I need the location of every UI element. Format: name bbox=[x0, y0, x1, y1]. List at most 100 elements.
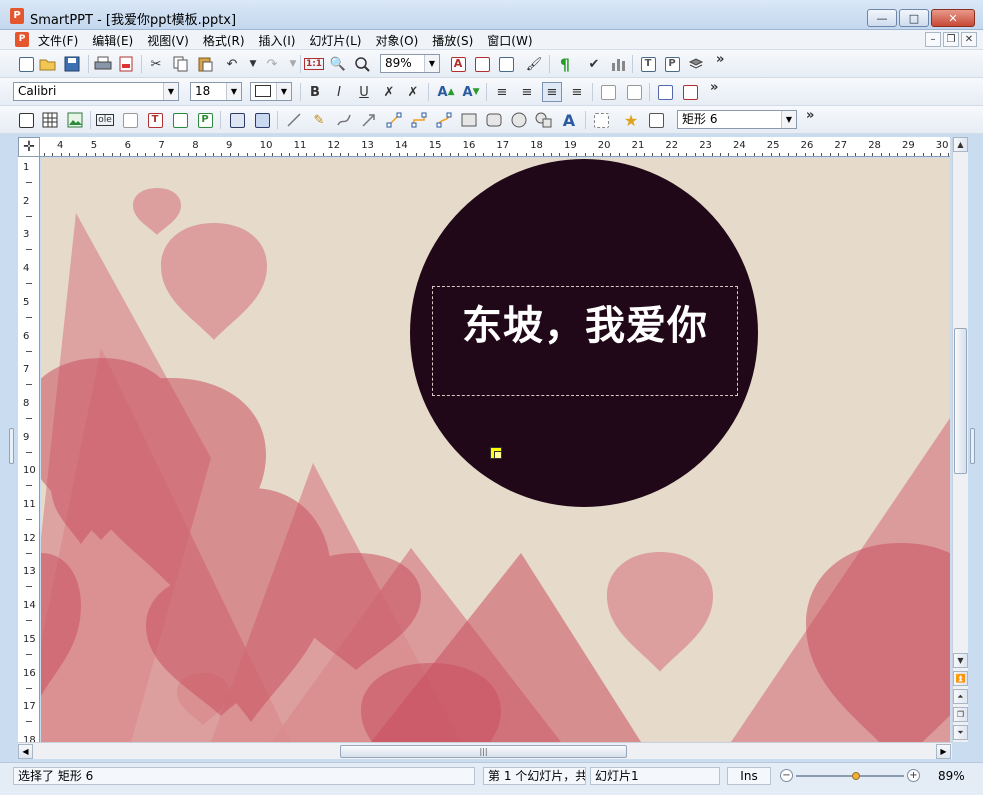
left-panel-grip[interactable] bbox=[9, 428, 14, 464]
insert-film-icon[interactable] bbox=[227, 110, 247, 130]
arrow-tool-icon[interactable] bbox=[359, 110, 379, 130]
font-color-icon[interactable]: A bbox=[448, 54, 468, 74]
chevron-down-icon[interactable]: ▼ bbox=[781, 111, 796, 128]
vertical-scrollbar[interactable]: ▲ ▼ ⏫ ⏶ ❐ ⏷ bbox=[952, 137, 968, 742]
horizontal-scroll-thumb[interactable]: ||| bbox=[340, 745, 627, 758]
zoom-out-icon[interactable]: − bbox=[780, 769, 793, 782]
strikethrough-icon[interactable]: ✗ bbox=[379, 82, 399, 102]
align-right-icon[interactable]: ≡ bbox=[517, 82, 537, 102]
document-icon[interactable]: P bbox=[15, 32, 29, 47]
bullet-list-icon[interactable] bbox=[655, 82, 675, 102]
toolbar3-more-button[interactable]: » bbox=[806, 108, 814, 123]
insert-title-icon[interactable]: T bbox=[145, 110, 165, 130]
curved-connector-icon[interactable] bbox=[434, 110, 454, 130]
clear-format-icon[interactable]: ✗ bbox=[403, 82, 423, 102]
close-button[interactable]: ✕ bbox=[931, 9, 975, 27]
horizontal-scrollbar[interactable]: ◀ ||| ▶ bbox=[18, 742, 952, 759]
doc-minimize-button[interactable]: – bbox=[925, 32, 941, 47]
menu-item[interactable]: 文件(F) bbox=[38, 32, 78, 49]
increase-font-icon[interactable]: A ▲ bbox=[436, 82, 456, 102]
undo-dropdown-icon[interactable]: ▼ bbox=[243, 54, 263, 74]
decrease-indent-icon[interactable] bbox=[598, 82, 618, 102]
font-size-combo[interactable]: 18 ▼ bbox=[190, 82, 242, 101]
chevron-down-icon[interactable]: ▼ bbox=[226, 83, 241, 100]
print-icon[interactable] bbox=[93, 54, 113, 74]
word-art-icon[interactable]: A bbox=[559, 110, 579, 130]
zoom-slider[interactable]: − + bbox=[780, 769, 920, 783]
zoom-in-icon[interactable]: 🔍 bbox=[328, 54, 348, 74]
doc-close-button[interactable]: ✕ bbox=[961, 32, 977, 47]
vertical-scroll-thumb[interactable] bbox=[954, 328, 967, 474]
maximize-button[interactable]: □ bbox=[899, 9, 929, 27]
rounded-rect-tool-icon[interactable] bbox=[484, 110, 504, 130]
underline-button[interactable]: U bbox=[354, 82, 374, 102]
scroll-up-icon[interactable]: ▲ bbox=[953, 137, 968, 152]
find-icon[interactable] bbox=[352, 54, 372, 74]
insert-media-icon[interactable] bbox=[252, 110, 272, 130]
align-center-icon[interactable]: ≡ bbox=[542, 82, 562, 102]
format-paintbrush-icon[interactable]: 🖌 bbox=[524, 54, 544, 74]
scroll-left-icon[interactable]: ◀ bbox=[18, 744, 33, 759]
paste-icon[interactable] bbox=[195, 54, 215, 74]
menu-item[interactable]: 编辑(E) bbox=[92, 32, 133, 49]
bold-button[interactable]: B bbox=[305, 82, 325, 102]
rectangle-tool-icon[interactable] bbox=[459, 110, 479, 130]
slide-layout-icon[interactable] bbox=[472, 54, 492, 74]
menu-item[interactable]: 视图(V) bbox=[147, 32, 189, 49]
title-text-box[interactable]: 东坡，我爱你 bbox=[432, 286, 738, 396]
chevron-down-icon[interactable]: ▼ bbox=[276, 83, 291, 100]
menu-item[interactable]: 幻灯片(L) bbox=[309, 32, 361, 49]
increase-indent-icon[interactable] bbox=[624, 82, 644, 102]
star-icon[interactable]: ★ bbox=[621, 110, 641, 130]
scroll-right-icon[interactable]: ▶ bbox=[936, 744, 951, 759]
redo-icon[interactable]: ↷ bbox=[262, 54, 282, 74]
justify-icon[interactable]: ≡ bbox=[567, 82, 587, 102]
toolbar2-more-button[interactable]: » bbox=[710, 80, 718, 95]
shapes-gallery-icon[interactable] bbox=[534, 110, 554, 130]
object-stack-icon[interactable] bbox=[686, 54, 706, 74]
previous-slide-icon[interactable]: ⏶ bbox=[953, 689, 968, 704]
menu-item[interactable]: 窗口(W) bbox=[487, 32, 532, 49]
cut-icon[interactable]: ✂ bbox=[146, 54, 166, 74]
menu-item[interactable]: 对象(O) bbox=[375, 32, 418, 49]
slide-title[interactable]: 东坡，我爱你 bbox=[433, 293, 737, 351]
chevron-down-icon[interactable]: ▼ bbox=[163, 83, 178, 100]
export-pdf-icon[interactable] bbox=[116, 54, 136, 74]
scroll-down-icon[interactable]: ▼ bbox=[953, 653, 968, 668]
bullet-format-icon[interactable] bbox=[496, 54, 516, 74]
chevron-down-icon[interactable]: ▼ bbox=[424, 55, 439, 72]
ellipse-tool-icon[interactable] bbox=[509, 110, 529, 130]
connector-tool-icon[interactable] bbox=[384, 110, 404, 130]
menu-item[interactable]: 插入(I) bbox=[259, 32, 296, 49]
ruler-origin-icon[interactable]: ✛ bbox=[18, 137, 40, 157]
shape-name-combo[interactable]: 矩形 6 ▼ bbox=[677, 110, 797, 129]
insert-ole-icon[interactable]: ole bbox=[95, 110, 115, 130]
undo-icon[interactable]: ↶ bbox=[222, 54, 242, 74]
save-icon[interactable] bbox=[62, 54, 82, 74]
text-box-icon[interactable]: T bbox=[638, 54, 658, 74]
decrease-font-icon[interactable]: A ▼ bbox=[461, 82, 481, 102]
adjust-handle-icon[interactable] bbox=[490, 447, 502, 459]
line-style-combo[interactable]: ▼ bbox=[250, 82, 292, 101]
zoom-knob[interactable] bbox=[852, 772, 861, 780]
insert-picture-frame-icon[interactable]: P bbox=[195, 110, 215, 130]
italic-button[interactable]: I bbox=[329, 82, 349, 102]
align-left-icon[interactable]: ≡ bbox=[492, 82, 512, 102]
insert-placeholder-icon[interactable] bbox=[120, 110, 140, 130]
next-slide-icon[interactable]: ⏷ bbox=[953, 725, 968, 740]
slide-list-icon[interactable]: ❐ bbox=[953, 707, 968, 722]
object-properties-icon[interactable] bbox=[646, 110, 666, 130]
formatting-marks-icon[interactable]: ¶ bbox=[555, 54, 575, 74]
minimize-button[interactable]: — bbox=[867, 9, 897, 27]
doc-restore-button[interactable]: ❐ bbox=[943, 32, 959, 47]
pencil-tool-icon[interactable]: ✎ bbox=[309, 110, 329, 130]
slide-canvas[interactable]: 东坡，我爱你 bbox=[41, 158, 950, 742]
insert-table-icon[interactable] bbox=[40, 110, 60, 130]
spell-check-icon[interactable]: ✔ bbox=[584, 54, 604, 74]
font-name-combo[interactable]: Calibri ▼ bbox=[13, 82, 179, 101]
actual-size-icon[interactable]: 1:1 bbox=[303, 54, 325, 74]
right-panel-grip[interactable] bbox=[970, 428, 975, 464]
insert-mode-status[interactable]: Ins bbox=[727, 767, 771, 785]
insert-frame-icon[interactable] bbox=[16, 110, 36, 130]
group-icon[interactable] bbox=[591, 110, 611, 130]
